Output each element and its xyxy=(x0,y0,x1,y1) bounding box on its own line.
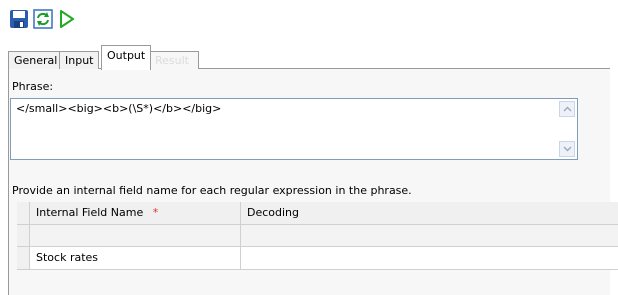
row-header[interactable] xyxy=(17,247,30,269)
field-name-cell[interactable]: Stock rates xyxy=(30,247,241,269)
chevron-down-icon xyxy=(563,146,571,152)
scroll-down-button[interactable] xyxy=(559,141,575,157)
row-header[interactable] xyxy=(17,225,30,246)
toolbar xyxy=(0,0,618,44)
run-icon xyxy=(60,10,74,28)
phrase-label: Phrase: xyxy=(12,80,54,93)
scroll-up-button[interactable] xyxy=(559,101,575,117)
tab-general[interactable]: General xyxy=(8,51,64,69)
table-row[interactable]: Stock rates xyxy=(17,247,618,270)
chevron-up-icon xyxy=(563,106,571,112)
required-marker: * xyxy=(152,206,159,219)
field-name-cell[interactable] xyxy=(30,225,241,246)
instruction-text: Provide an internal field name for each … xyxy=(12,184,412,197)
save-icon xyxy=(10,10,28,28)
refresh-icon xyxy=(33,9,53,29)
phrase-scrollbar[interactable] xyxy=(557,99,577,159)
row-header-corner xyxy=(17,202,30,224)
tab-bar: General Input Output Result xyxy=(8,45,610,70)
decoding-cell[interactable] xyxy=(241,247,618,269)
decoding-cell[interactable] xyxy=(241,225,618,246)
phrase-input[interactable]: </small><big><b>(\S*)</b></big> xyxy=(10,98,578,160)
save-button[interactable] xyxy=(8,8,30,30)
grid-header: Internal Field Name * Decoding xyxy=(17,202,618,225)
column-header-label: Internal Field Name xyxy=(36,206,144,219)
column-header-decoding[interactable]: Decoding xyxy=(241,202,618,224)
run-button[interactable] xyxy=(56,8,78,30)
column-header-internal-field-name[interactable]: Internal Field Name * xyxy=(30,202,241,224)
field-grid: Internal Field Name * Decoding Stock rat… xyxy=(17,202,618,270)
tab-input[interactable]: Input xyxy=(59,51,100,69)
panel-left-border xyxy=(8,270,9,295)
tab-result: Result xyxy=(149,51,199,69)
table-row[interactable] xyxy=(17,225,618,247)
tab-output[interactable]: Output xyxy=(101,45,152,70)
phrase-text[interactable]: </small><big><b>(\S*)</b></big> xyxy=(16,102,221,115)
refresh-button[interactable] xyxy=(32,8,54,30)
